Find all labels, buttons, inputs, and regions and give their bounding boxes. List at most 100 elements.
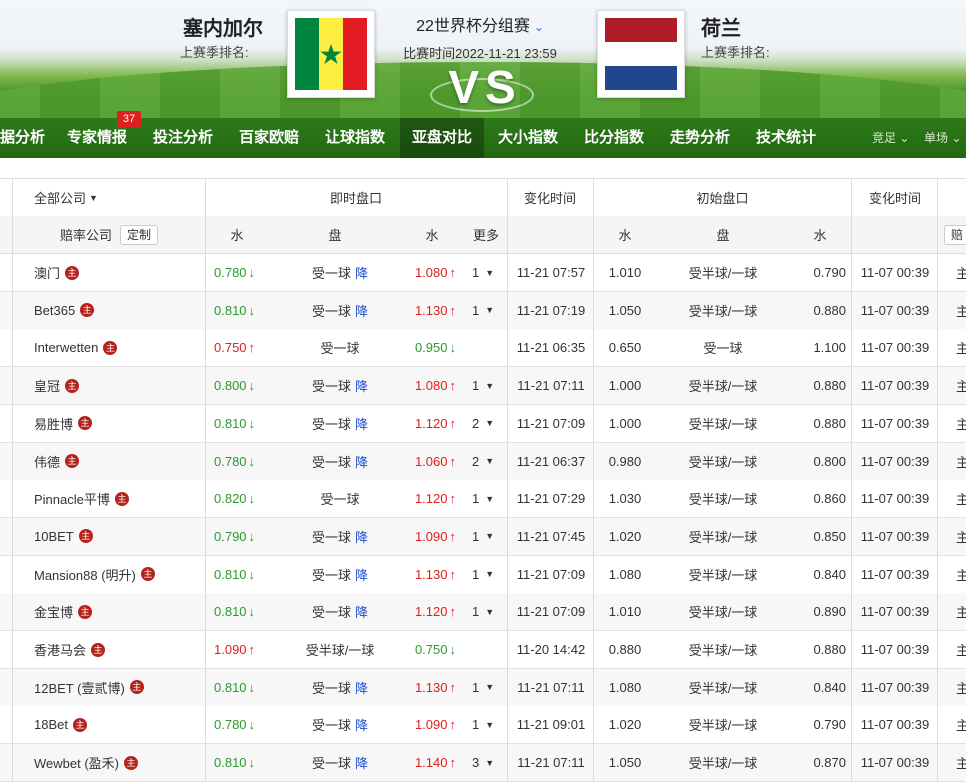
- table-row[interactable]: 伟德主 0.780 ↓ 受一球降 1.060 ↑ 2 ▼ 11-21 06:37 0.980 受半球…: [0, 442, 966, 481]
- league-selector[interactable]: 22世界杯分组赛 ⌄: [390, 12, 570, 36]
- live-water-2: 1.120 ↑: [400, 593, 456, 630]
- arrow-down-icon: ↓: [248, 528, 256, 544]
- live-change-time: 11-21 06:37: [516, 453, 586, 469]
- more-dropdown[interactable]: 2 ▼: [472, 443, 504, 480]
- company-cell[interactable]: 18Bet 主: [34, 706, 204, 743]
- nav-euro-odds[interactable]: 百家欧赔: [230, 118, 308, 158]
- live-handicap[interactable]: 受半球/一球: [280, 631, 400, 668]
- live-handicap[interactable]: 受一球降: [280, 292, 400, 329]
- company-cell[interactable]: Mansion88 (明升) 主: [34, 556, 204, 593]
- company-cell[interactable]: 金宝博主: [34, 593, 204, 630]
- live-handicap[interactable]: 受一球降: [280, 556, 400, 593]
- table-row[interactable]: 10BET 主 0.790 ↓ 受一球降 1.090 ↑ 1 ▼ 11-21 07:45 1.020…: [0, 517, 966, 556]
- table-row[interactable]: 18Bet 主 0.780 ↓ 受一球降 1.090 ↑ 1 ▼ 11-21 09:01 1.020…: [0, 706, 966, 745]
- company-cell[interactable]: Pinnacle平博主: [34, 480, 204, 517]
- live-handicap[interactable]: 受一球: [280, 480, 400, 517]
- nav-over-under[interactable]: 大小指数: [490, 118, 566, 158]
- company-cell[interactable]: Wewbet (盈禾) 主: [34, 744, 204, 781]
- initial-handicap-header: 初始盘口: [696, 191, 749, 206]
- live-change-time: 11-21 07:19: [516, 302, 586, 318]
- nav-score-index[interactable]: 比分指数: [576, 118, 652, 158]
- live-water-1-value: 0.750: [214, 340, 247, 356]
- table-row[interactable]: Pinnacle平博主 0.820 ↓ 受一球 1.120 ↑ 1 ▼ 11-21 07:29 1…: [0, 480, 966, 519]
- arrow-up-icon: ↑: [449, 302, 457, 318]
- jingzu-dropdown[interactable]: 竞足 ⌄: [872, 118, 909, 158]
- table-row[interactable]: 易胜博主 0.810 ↓ 受一球降 1.120 ↑ 2 ▼ 11-21 07:09 1.000 受半…: [0, 404, 966, 443]
- more-dropdown[interactable]: 1 ▼: [472, 367, 504, 404]
- company-cell[interactable]: 伟德主: [34, 443, 204, 480]
- live-handicap[interactable]: 受一球降: [280, 405, 400, 442]
- away-team-name[interactable]: 荷兰: [701, 12, 741, 41]
- live-handicap[interactable]: 受一球: [280, 329, 400, 366]
- live-water-2-value: 1.090: [414, 528, 448, 544]
- all-companies-filter[interactable]: 全部公司 ▼: [34, 179, 204, 216]
- more-count: 1: [472, 378, 480, 394]
- company-cell[interactable]: Bet365 主: [34, 292, 204, 329]
- live-handicap[interactable]: 受一球降: [280, 443, 400, 480]
- more-dropdown[interactable]: 1 ▼: [472, 556, 504, 593]
- custom-button[interactable]: 定制: [120, 224, 159, 245]
- live-handicap[interactable]: 受一球降: [280, 593, 400, 630]
- company-cell[interactable]: 香港马会主: [34, 631, 204, 668]
- more-dropdown[interactable]: 2 ▼: [472, 405, 504, 442]
- initial-water-2: 0.880: [813, 415, 846, 431]
- more-dropdown[interactable]: 1 ▼: [472, 518, 504, 555]
- nav-betting-analysis[interactable]: 投注分析: [144, 118, 222, 158]
- company-cell[interactable]: 易胜博主: [34, 405, 204, 442]
- live-water-2-value: 0.750: [414, 642, 448, 657]
- more-dropdown[interactable]: 1 ▼: [472, 669, 504, 706]
- live-change-time: 11-21 07:29: [516, 491, 586, 507]
- company-cell[interactable]: 12BET (壹贰博) 主: [34, 669, 204, 706]
- live-handicap[interactable]: 受一球降: [280, 744, 400, 781]
- table-sub-header: 赔率公司 定制 水 盘 水 更多 水 盘 水 赔: [0, 216, 966, 254]
- nav-asian-handicap[interactable]: 亚盘对比: [400, 118, 484, 158]
- company-cell[interactable]: 皇冠主: [34, 367, 204, 404]
- live-water-2: 1.120 ↑: [400, 480, 456, 517]
- arrow-down-icon: ↓: [248, 415, 256, 431]
- more-dropdown[interactable]: 1 ▼: [472, 254, 504, 291]
- home-team-name[interactable]: 塞内加尔: [183, 12, 263, 41]
- live-water-2-value: 1.120: [414, 491, 448, 507]
- table-row[interactable]: Bet365 主 0.810 ↓ 受一球降 1.130 ↑ 1 ▼ 11-21 07:19 1.05…: [0, 291, 966, 330]
- more-dropdown[interactable]: 1 ▼: [472, 593, 504, 630]
- live-water-1: 0.820 ↓: [214, 480, 274, 517]
- nav-handicap-index[interactable]: 让球指数: [316, 118, 394, 158]
- nav-tech-stats[interactable]: 技术统计: [748, 118, 824, 158]
- jingzu-label: 竞足: [872, 131, 897, 145]
- more-dropdown[interactable]: 3 ▼: [472, 744, 504, 781]
- table-row[interactable]: Wewbet (盈禾) 主 0.810 ↓ 受一球降 1.140 ↑ 3 ▼ 11-21 07:1…: [0, 744, 966, 782]
- table-row[interactable]: Interwetten 主 0.750 ↑ 受一球 0.950 ↓ 11-21 06:35 0.…: [0, 329, 966, 368]
- company-cell[interactable]: 澳门主: [34, 254, 204, 291]
- nav-trend-analysis[interactable]: 走势分析: [662, 118, 738, 158]
- table-row[interactable]: 金宝博主 0.810 ↓ 受一球降 1.120 ↑ 1 ▼ 11-21 07:09 1.010 受半…: [0, 593, 966, 632]
- home-marker-icon: 主: [80, 303, 95, 318]
- away-team-rank: 上赛季排名:: [701, 45, 770, 60]
- initial-water-header-2: 水: [813, 228, 827, 243]
- arrow-down-icon: ↓: [248, 679, 256, 695]
- side-cell: 主: [956, 756, 966, 772]
- live-handicap[interactable]: 受一球降: [280, 518, 400, 555]
- live-water-2-value: 0.950: [414, 340, 448, 356]
- live-handicap[interactable]: 受一球降: [280, 254, 400, 291]
- arrow-down-icon: ↓: [248, 378, 256, 394]
- table-row[interactable]: 澳门主 0.780 ↓ 受一球降 1.080 ↑ 1 ▼ 11-21 07:57 1.010 受半球…: [0, 254, 966, 292]
- more-dropdown[interactable]: 1 ▼: [472, 292, 504, 329]
- live-handicap-value: 受一球: [320, 341, 360, 357]
- company-cell[interactable]: 10BET 主: [34, 518, 204, 555]
- initial-handicap: 受半球/一球: [688, 529, 758, 545]
- live-handicap[interactable]: 受一球降: [280, 669, 400, 706]
- nav-data-analysis[interactable]: 据分析: [0, 118, 45, 158]
- table-row[interactable]: 皇冠主 0.800 ↓ 受一球降 1.080 ↑ 1 ▼ 11-21 07:11 1.000 受半球…: [0, 367, 966, 406]
- table-row[interactable]: 香港马会主 1.090 ↑ 受半球/一球 0.750 ↓ 11-20 14:42 0.880 受…: [0, 631, 966, 669]
- company-cell[interactable]: Interwetten 主: [34, 329, 204, 366]
- table-row[interactable]: 12BET (壹贰博) 主 0.810 ↓ 受一球降 1.130 ↑ 1 ▼ 11-21 07:1…: [0, 668, 966, 707]
- live-handicap[interactable]: 受一球降: [280, 706, 400, 743]
- more-dropdown[interactable]: 1 ▼: [472, 480, 504, 517]
- live-water-2-value: 1.140: [414, 755, 448, 771]
- table-row[interactable]: Mansion88 (明升) 主 0.810 ↓ 受一球降 1.130 ↑ 1 ▼ 11-21 0…: [0, 555, 966, 594]
- right-cut-button[interactable]: 赔: [944, 224, 966, 245]
- more-dropdown[interactable]: 1 ▼: [472, 706, 504, 743]
- danchang-dropdown[interactable]: 单场 ⌄: [924, 118, 961, 158]
- side-cell: 主: [956, 567, 966, 583]
- live-handicap[interactable]: 受一球降: [280, 367, 400, 404]
